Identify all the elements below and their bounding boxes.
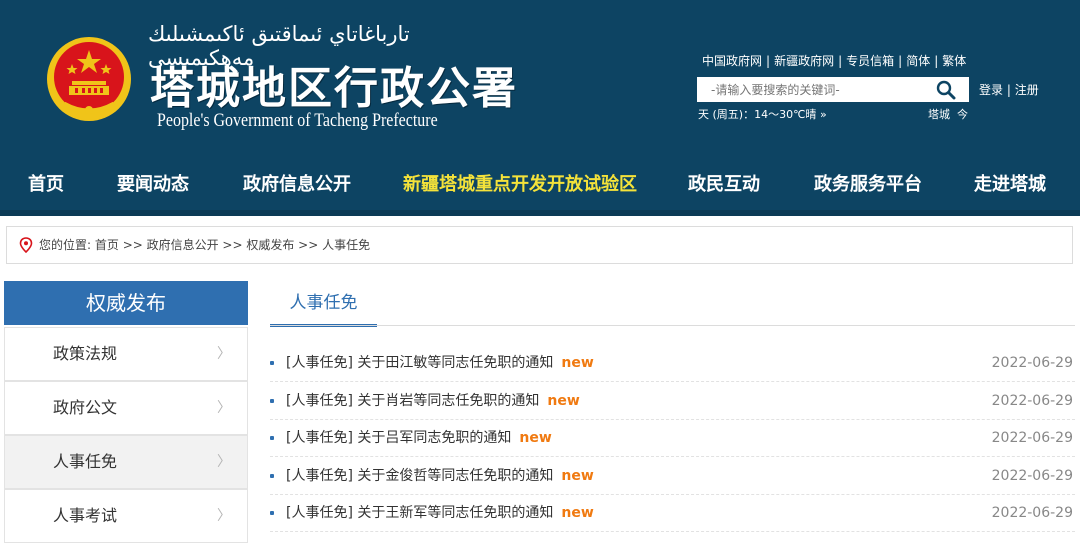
sidebar-item-label: 人事考试 [53, 506, 118, 525]
news-item[interactable]: [人事任免] 关于王新军等同志任免职的通知 new 2022-06-29 [270, 494, 1075, 532]
top-links: 中国政府网 | 新疆政府网 | 专员信箱 | 简体 | 繁体 [702, 54, 967, 68]
site-header: تارباغاتاي ئىماقتىق ئاكىمشىلىك مەھكىمىسى… [0, 0, 1080, 158]
nav-home[interactable]: 首页 [28, 158, 64, 210]
news-title-wrap: [人事任免] 关于田江敏等同志任免职的通知 new [286, 344, 594, 382]
breadcrumb: 您的位置: 首页 >> 政府信息公开 >> 权威发布 >> 人事任免 [6, 226, 1073, 264]
news-title-wrap: [人事任免] 关于金俊哲等同志任免职的通知 new [286, 457, 594, 495]
city-today: 今 [957, 108, 968, 121]
news-date: 2022-06-29 [991, 430, 1073, 446]
chevron-right-icon: 〉 [217, 400, 231, 416]
news-item[interactable]: [人事任免] 关于田江敏等同志任免职的通知 new 2022-06-29 [270, 344, 1075, 382]
nav-gov-info[interactable]: 政府信息公开 [221, 158, 373, 213]
register-link[interactable]: 注册 [1015, 83, 1039, 97]
news-title-wrap: [人事任免] 关于肖岩等同志任免职的通知 new [286, 382, 580, 420]
news-title[interactable]: [人事任免] 关于肖岩等同志任免职的通知 [286, 393, 539, 409]
breadcrumb-path[interactable]: 首页 >> 政府信息公开 >> 权威发布 >> 人事任免 [95, 238, 370, 252]
news-date: 2022-06-29 [991, 393, 1073, 409]
news-date: 2022-06-29 [991, 468, 1073, 484]
search-icon[interactable] [935, 80, 957, 100]
top-link-xinjiang[interactable]: 新疆政府网 [774, 54, 834, 68]
chevron-right-icon: 〉 [217, 454, 231, 470]
nav-news[interactable]: 要闻动态 [117, 158, 189, 210]
chevron-right-icon: 〉 [217, 508, 231, 524]
nav-divider [0, 210, 1080, 216]
search-box [697, 77, 969, 102]
bullet-icon [270, 511, 274, 515]
top-link-simplified[interactable]: 简体 [906, 54, 930, 68]
news-title[interactable]: [人事任免] 关于王新军等同志任免职的通知 [286, 505, 553, 521]
sidebar-item-label: 人事任免 [53, 452, 118, 471]
sidebar-item-label: 政府公文 [53, 398, 118, 417]
location-pin-icon [19, 237, 33, 253]
new-badge: new [561, 505, 594, 521]
city-info: 塔城 今 [928, 106, 968, 122]
site-title: 塔城地区行政公署 [150, 63, 518, 114]
new-badge: new [561, 468, 594, 484]
city-name: 塔城 [928, 108, 950, 121]
nav-services[interactable]: 政务服务平台 [814, 158, 922, 210]
weather-info: 天 (周五)：14～30℃晴 » [698, 106, 827, 122]
sidebar-item-label: 政策法规 [53, 344, 118, 363]
news-title-wrap: [人事任免] 关于王新军等同志任免职的通知 new [286, 494, 594, 532]
top-link-gov[interactable]: 中国政府网 [702, 54, 762, 68]
news-item[interactable]: [人事任免] 关于金俊哲等同志任免职的通知 new 2022-06-29 [270, 457, 1075, 495]
news-date: 2022-06-29 [991, 355, 1073, 371]
news-title-wrap: [人事任免] 关于吕军同志免职的通知 new [286, 419, 552, 457]
new-badge: new [547, 393, 580, 409]
news-title[interactable]: [人事任免] 关于田江敏等同志任免职的通知 [286, 355, 553, 371]
new-badge: new [561, 355, 594, 371]
bullet-icon [270, 361, 274, 365]
tab-divider [270, 325, 1075, 326]
new-badge: new [519, 430, 552, 446]
sidebar-item-documents[interactable]: 政府公文 〉 [4, 381, 248, 435]
search-input[interactable] [697, 77, 931, 102]
national-emblem-icon [47, 37, 131, 121]
news-item[interactable]: [人事任免] 关于吕军同志免职的通知 new 2022-06-29 [270, 419, 1075, 457]
tab-appointments[interactable]: 人事任免 [270, 282, 377, 327]
news-item[interactable]: [人事任免] 关于肖岩等同志任免职的通知 new 2022-06-29 [270, 382, 1075, 420]
english-site-title: People's Government of Tacheng Prefectur… [157, 110, 438, 131]
breadcrumb-label: 您的位置: [39, 238, 92, 252]
news-title[interactable]: [人事任免] 关于金俊哲等同志任免职的通知 [286, 468, 553, 484]
nav-about[interactable]: 走进塔城 [974, 158, 1046, 210]
bullet-icon [270, 474, 274, 478]
top-link-traditional[interactable]: 繁体 [942, 54, 966, 68]
sidebar-title: 权威发布 [4, 281, 248, 325]
auth-links: 登录 | 注册 [979, 83, 1039, 97]
news-title[interactable]: [人事任免] 关于吕军同志免职的通知 [286, 430, 511, 446]
login-link[interactable]: 登录 [979, 83, 1003, 97]
weather-text: 天 (周五)：14～30℃晴 [698, 108, 817, 121]
chevron-right-icon: 〉 [217, 346, 231, 362]
main-nav: 首页 要闻动态 政府信息公开 新疆塔城重点开发开放试验区 政民互动 政务服务平台… [0, 158, 1080, 216]
sidebar-item-appointments[interactable]: 人事任免 〉 [4, 435, 248, 489]
top-link-mailbox[interactable]: 专员信箱 [846, 54, 894, 68]
nav-interaction[interactable]: 政民互动 [688, 158, 760, 210]
news-date: 2022-06-29 [991, 505, 1073, 521]
nav-pilot-zone[interactable]: 新疆塔城重点开发开放试验区 [403, 158, 637, 210]
bullet-icon [270, 436, 274, 440]
weather-more-link[interactable]: » [820, 108, 827, 121]
bullet-icon [270, 399, 274, 403]
breadcrumb-text: 您的位置: 首页 >> 政府信息公开 >> 权威发布 >> 人事任免 [39, 227, 370, 263]
sidebar-item-policy[interactable]: 政策法规 〉 [4, 327, 248, 381]
